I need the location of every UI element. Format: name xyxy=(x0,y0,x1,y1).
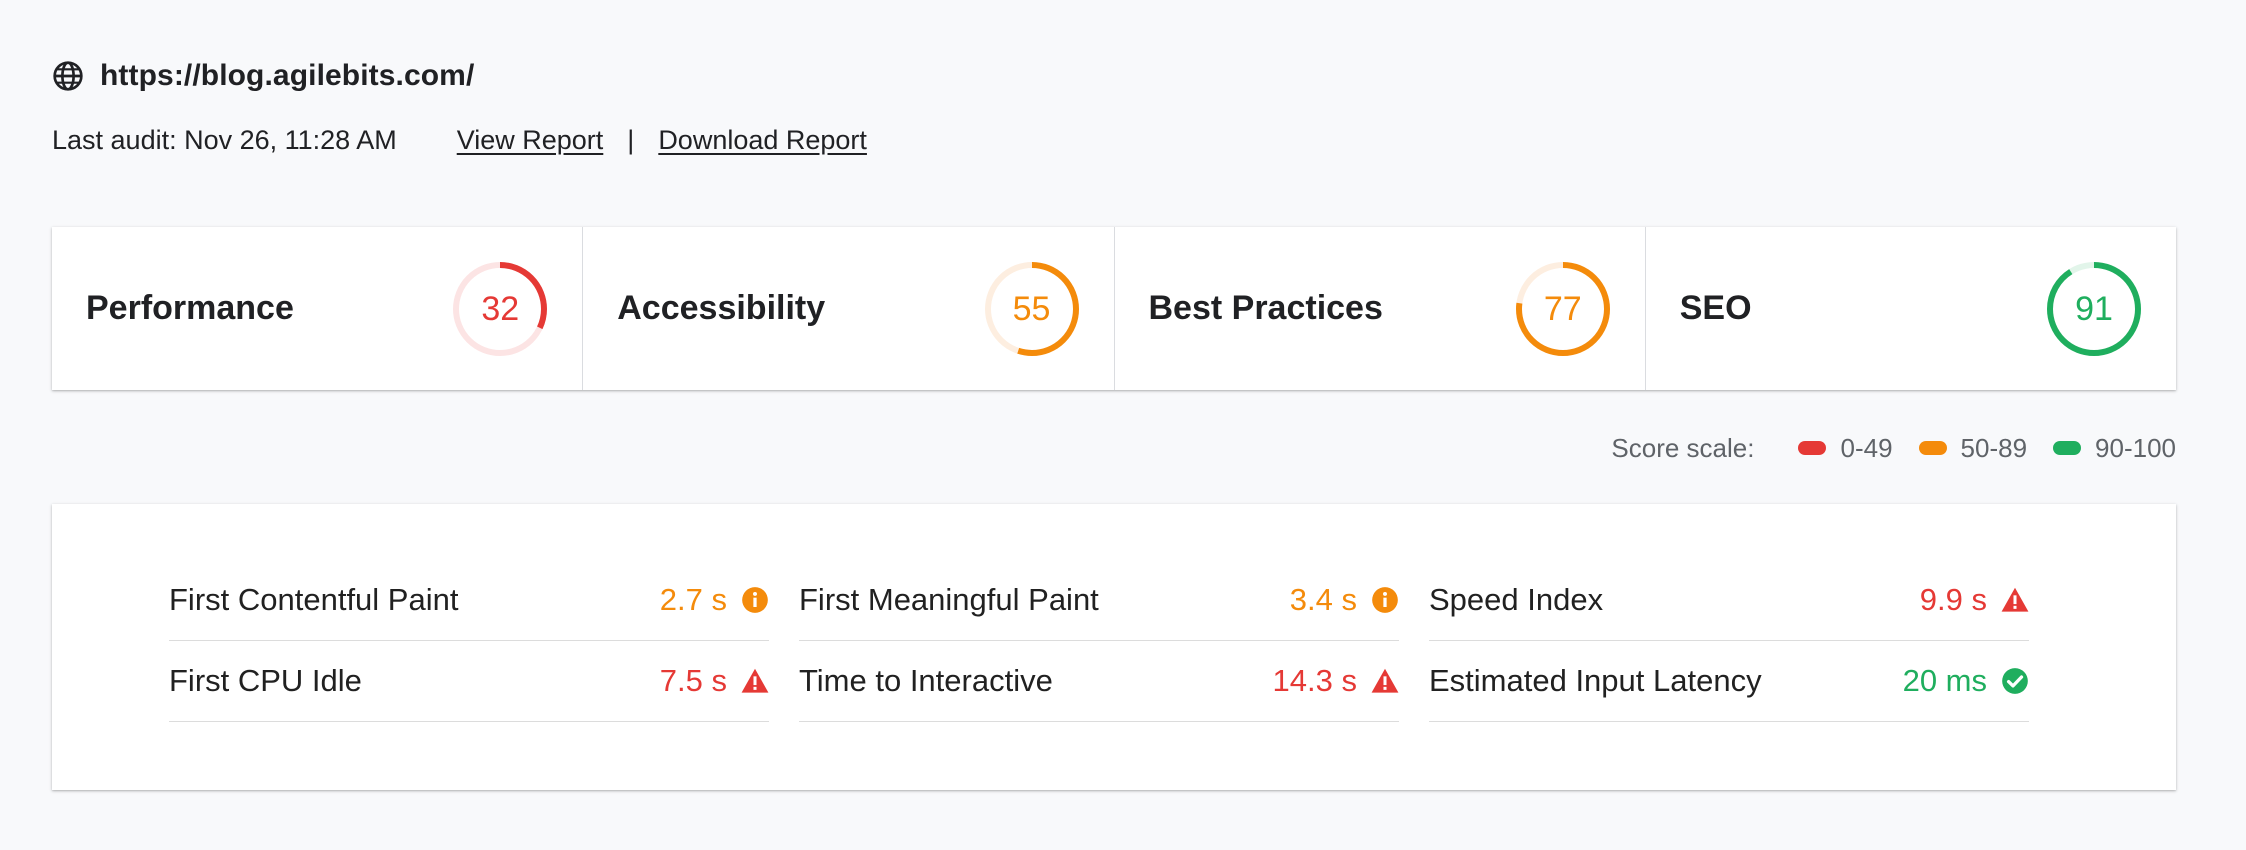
metric-value: 2.7 s xyxy=(659,582,727,617)
score-value: 55 xyxy=(1012,289,1051,328)
link-separator: | xyxy=(627,124,635,155)
globe-icon xyxy=(52,60,84,92)
score-value: 77 xyxy=(1543,289,1582,328)
score-scale-legend: Score scale: 0-49 50-89 90-100 xyxy=(1611,430,2176,466)
warning-icon xyxy=(741,667,769,695)
pass-pill-icon xyxy=(2053,441,2082,455)
metric-value: 7.5 s xyxy=(659,663,727,698)
last-audit-text: Last audit: Nov 26, 11:28 AM xyxy=(52,124,397,155)
download-report-link[interactable]: Download Report xyxy=(658,125,867,156)
metric-value: 3.4 s xyxy=(1289,582,1357,617)
category-name: Accessibility xyxy=(617,289,826,327)
metric-estimated-input-latency: Estimated Input Latency 20 ms xyxy=(1429,641,2029,722)
score-gauge: 77 xyxy=(1515,261,1611,357)
scale-range-label: 50-89 xyxy=(1960,432,2028,463)
metric-value: 20 ms xyxy=(1902,663,1987,698)
category-name: Performance xyxy=(86,289,294,327)
metrics-grid: First Contentful Paint 2.7 s First Meani… xyxy=(169,560,2081,722)
metric-first-cpu-idle: First CPU Idle 7.5 s xyxy=(169,641,769,722)
score-value: 32 xyxy=(481,289,520,328)
category-card-best-practices[interactable]: Best Practices 77 xyxy=(1115,227,1646,390)
site-header: https://blog.agilebits.com/ xyxy=(52,54,474,98)
score-gauge: 55 xyxy=(984,261,1080,357)
metric-first-contentful-paint: First Contentful Paint 2.7 s xyxy=(169,560,769,641)
check-circle-icon xyxy=(2001,667,2029,695)
metric-first-meaningful-paint: First Meaningful Paint 3.4 s xyxy=(799,560,1399,641)
score-gauge: 91 xyxy=(2046,261,2142,357)
scale-range-label: 90-100 xyxy=(2095,432,2176,463)
fail-pill-icon xyxy=(1798,441,1827,455)
score-value: 91 xyxy=(2075,289,2113,328)
info-icon xyxy=(741,586,769,614)
metric-label: First Contentful Paint xyxy=(169,582,459,617)
average-pill-icon xyxy=(1918,441,1947,455)
audit-info: Last audit: Nov 26, 11:28 AM View Report… xyxy=(52,120,867,160)
category-card-seo[interactable]: SEO 91 xyxy=(1646,227,2176,390)
metric-value: 9.9 s xyxy=(1919,582,1987,617)
scale-item-average: 50-89 xyxy=(1918,432,2028,464)
metric-label: Estimated Input Latency xyxy=(1429,663,1762,698)
metric-time-to-interactive: Time to Interactive 14.3 s xyxy=(799,641,1399,722)
category-card-performance[interactable]: Performance 32 xyxy=(52,227,584,390)
scale-item-fail: 0-49 xyxy=(1798,432,1893,464)
category-name: SEO xyxy=(1679,289,1752,327)
scale-range-label: 0-49 xyxy=(1840,432,1893,463)
category-card-accessibility[interactable]: Accessibility 55 xyxy=(583,227,1115,390)
site-url: https://blog.agilebits.com/ xyxy=(100,59,475,92)
warning-icon xyxy=(1371,667,1399,695)
category-scores: Performance 32 Accessibility 55 Best Pra… xyxy=(52,227,2176,390)
score-gauge: 32 xyxy=(452,261,548,357)
metric-label: First Meaningful Paint xyxy=(799,582,1099,617)
metric-speed-index: Speed Index 9.9 s xyxy=(1429,560,2029,641)
view-report-link[interactable]: View Report xyxy=(457,125,604,156)
metric-label: Time to Interactive xyxy=(799,663,1053,698)
metric-label: Speed Index xyxy=(1429,582,1604,617)
metric-label: First CPU Idle xyxy=(169,663,362,698)
scale-item-pass: 90-100 xyxy=(2053,433,2176,464)
category-name: Best Practices xyxy=(1148,289,1383,327)
metrics-card: First Contentful Paint 2.7 s First Meani… xyxy=(52,504,2176,790)
info-icon xyxy=(1371,586,1399,614)
score-scale-label: Score scale: xyxy=(1611,432,1755,463)
metric-value: 14.3 s xyxy=(1272,663,1357,698)
warning-icon xyxy=(2001,586,2029,614)
